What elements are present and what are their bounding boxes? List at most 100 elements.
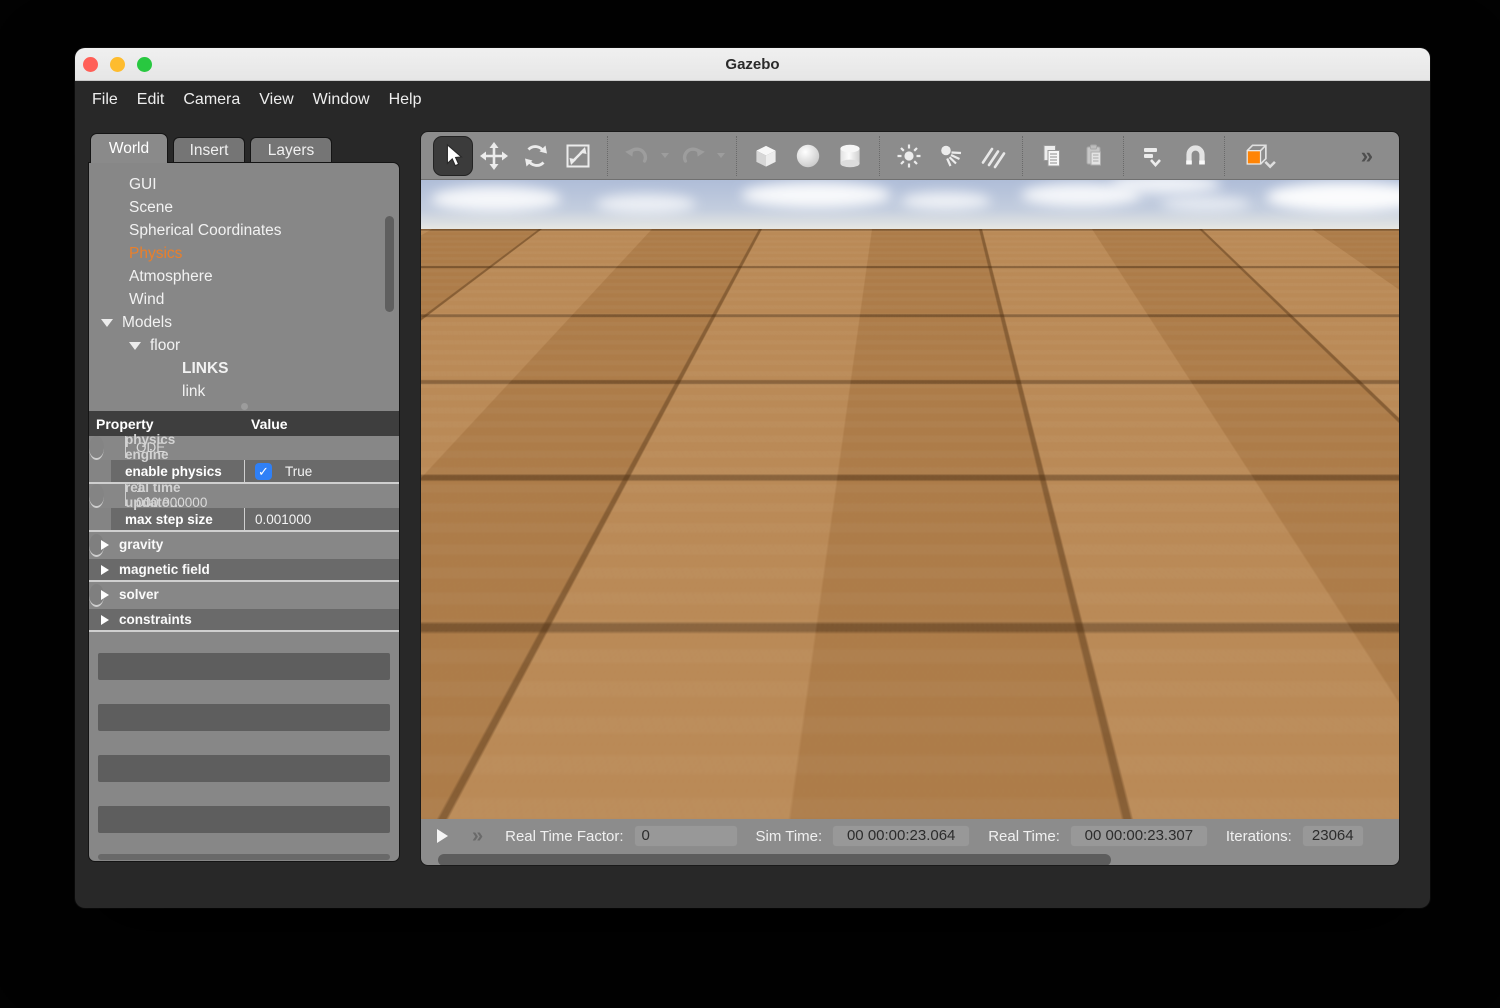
tab-world[interactable]: World [90, 133, 168, 163]
tab-insert[interactable]: Insert [173, 137, 245, 163]
menu-camera[interactable]: Camera [183, 91, 240, 109]
menu-file[interactable]: File [92, 91, 118, 109]
snap-button[interactable] [1174, 135, 1216, 177]
redo-arrow-icon [678, 141, 708, 171]
paste-button[interactable] [1073, 135, 1115, 177]
group-row-gravity[interactable]: gravity [89, 534, 104, 557]
simulation-status-bar: » Real Time Factor: 0 Sim Time: 00 00:00… [421, 819, 1400, 853]
empty-row [98, 854, 390, 860]
drone-body-mid [874, 465, 922, 486]
real-time-label: Real Time: [988, 828, 1060, 845]
group-row-constraints[interactable]: constraints [89, 609, 399, 632]
horizontal-scrollbar-thumb[interactable] [438, 854, 1111, 866]
viewport-toolbar: » [421, 132, 1399, 180]
collapse-arrow-icon[interactable] [101, 319, 113, 327]
property-row-real-time-update: real time update… 1 000.000000 [89, 484, 104, 508]
translate-tool-button[interactable] [473, 135, 515, 177]
directional-light-button[interactable] [972, 135, 1014, 177]
toolbar-separator [1224, 136, 1225, 176]
change-view-button[interactable] [1233, 135, 1287, 177]
menu-edit[interactable]: Edit [137, 91, 165, 109]
tree-item-floor[interactable]: floor [89, 334, 399, 357]
scale-tool-button[interactable] [557, 135, 599, 177]
toolbar-separator [1123, 136, 1124, 176]
traffic-lights [83, 57, 152, 72]
quadcopter-model[interactable] [793, 424, 1003, 504]
select-tool-button[interactable] [433, 136, 473, 176]
zoom-button[interactable] [137, 57, 152, 72]
close-button[interactable] [83, 57, 98, 72]
property-row-physics-engine: physics engine ODE [89, 436, 104, 460]
tree-item-scene[interactable]: Scene [89, 196, 399, 219]
rotate-arrows-icon [521, 141, 551, 171]
sky [421, 180, 1400, 229]
toolbar-overflow-button[interactable]: » [1361, 143, 1373, 169]
property-column-header: Property [89, 416, 244, 432]
menu-help[interactable]: Help [389, 91, 422, 109]
tree-item-links[interactable]: LINKS [89, 357, 399, 380]
property-table: Property Value physics engine ODE enable… [89, 411, 399, 632]
magnet-icon [1180, 141, 1210, 171]
insert-box-button[interactable] [745, 135, 787, 177]
spot-light-button[interactable] [930, 135, 972, 177]
floor-x-marker [776, 658, 986, 770]
redo-button[interactable] [672, 135, 714, 177]
tree-scrollbar[interactable] [385, 216, 394, 312]
expand-log-button[interactable] [437, 829, 448, 843]
horizontal-scrollbar [421, 853, 1400, 866]
menu-window[interactable]: Window [313, 91, 370, 109]
rotate-tool-button[interactable] [515, 135, 557, 177]
tree-item-gui[interactable]: GUI [89, 173, 399, 196]
panel-splitter-handle[interactable] [241, 403, 248, 410]
align-button[interactable] [1132, 135, 1174, 177]
point-light-button[interactable] [888, 135, 930, 177]
title-bar: Gazebo [75, 48, 1430, 81]
toolbar-separator [736, 136, 737, 176]
world-panel-body: GUI Scene Spherical Coordinates Physics … [88, 162, 400, 862]
iterations-label: Iterations: [1226, 828, 1292, 845]
scene-canvas[interactable] [421, 180, 1400, 819]
cloud [596, 194, 696, 214]
tree-item-physics[interactable]: Physics [89, 242, 399, 265]
align-icon [1138, 141, 1168, 171]
tree-item-atmosphere[interactable]: Atmosphere [89, 265, 399, 288]
sun-icon [894, 141, 924, 171]
insert-sphere-button[interactable] [787, 135, 829, 177]
tree-item-models[interactable]: Models [89, 311, 399, 334]
cloud [1161, 196, 1251, 212]
sphere-icon [792, 140, 824, 172]
value-column-header: Value [244, 416, 399, 432]
expand-arrow-icon [101, 565, 109, 575]
undo-button[interactable] [616, 135, 658, 177]
collapse-arrow-icon[interactable] [129, 342, 141, 350]
tab-layers[interactable]: Layers [250, 137, 332, 163]
tree-item-link[interactable]: link [89, 380, 399, 403]
menu-bar: File Edit Camera View Window Help [75, 81, 1430, 118]
enable-physics-checkbox[interactable]: ✓ [255, 463, 272, 480]
max-step-size-value[interactable]: 0.001000 [244, 508, 399, 530]
real-time-factor-field[interactable]: 0 [634, 825, 738, 847]
undo-dropdown-caret[interactable] [658, 153, 672, 158]
group-row-solver[interactable]: solver [89, 584, 104, 607]
tree-item-spherical-coordinates[interactable]: Spherical Coordinates [89, 219, 399, 242]
iterations-field[interactable]: 23064 [1302, 825, 1364, 847]
copy-icon [1037, 141, 1067, 171]
scale-arrows-icon [563, 141, 593, 171]
statusbar-overflow-button[interactable]: » [472, 826, 483, 846]
menu-view[interactable]: View [259, 91, 293, 109]
window-title: Gazebo [725, 56, 779, 73]
toolbar-separator [1022, 136, 1023, 176]
toolbar-separator [607, 136, 608, 176]
side-panel: World Insert Layers GUI Scene Spherical … [88, 133, 400, 862]
minimize-button[interactable] [110, 57, 125, 72]
copy-button[interactable] [1031, 135, 1073, 177]
redo-dropdown-caret[interactable] [714, 153, 728, 158]
empty-row [98, 755, 390, 782]
insert-cylinder-button[interactable] [829, 135, 871, 177]
empty-row [98, 806, 390, 833]
drone-body-bottom [878, 486, 918, 499]
sim-time-field[interactable]: 00 00:00:23.064 [832, 825, 970, 847]
tree-item-wind[interactable]: Wind [89, 288, 399, 311]
real-time-field[interactable]: 00 00:00:23.307 [1070, 825, 1208, 847]
group-row-magnetic-field[interactable]: magnetic field [89, 559, 399, 582]
